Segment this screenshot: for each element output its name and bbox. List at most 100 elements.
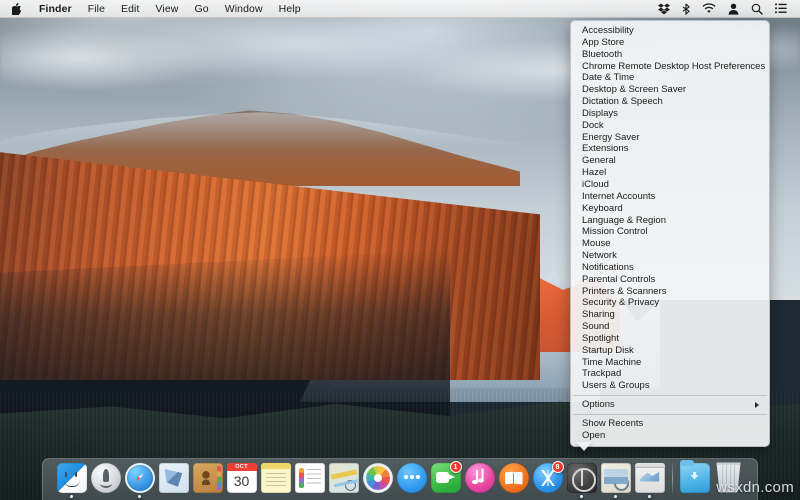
app-store-badge: 8 (552, 461, 564, 473)
downloads-folder-icon (680, 463, 710, 493)
menu-item-notifications[interactable]: Notifications (571, 262, 769, 274)
app-store-icon: 8 (533, 463, 563, 493)
menu-bar-item-window[interactable]: Window (217, 0, 271, 17)
watermark: wsxdn.com (716, 479, 794, 496)
dock-item-downloads[interactable] (678, 460, 712, 498)
dock-item-app-store[interactable]: 8 (531, 460, 565, 498)
menu-item-sound[interactable]: Sound (571, 321, 769, 333)
bluetooth-icon[interactable] (676, 0, 696, 17)
maps-icon (329, 463, 359, 493)
menu-bar-item-help[interactable]: Help (271, 0, 309, 17)
menu-item-dictation-speech[interactable]: Dictation & Speech (571, 96, 769, 108)
menu-item-mission-control[interactable]: Mission Control (571, 226, 769, 238)
dock-item-launchpad[interactable] (89, 460, 123, 498)
menu-item-options[interactable]: Options (571, 399, 769, 411)
menu-item-app-store[interactable]: App Store (571, 37, 769, 49)
preview-icon (601, 463, 631, 493)
dock-item-itunes[interactable] (463, 460, 497, 498)
itunes-icon (465, 463, 495, 493)
menu-item-mouse[interactable]: Mouse (571, 238, 769, 250)
menu-item-icloud[interactable]: iCloud (571, 179, 769, 191)
menu-item-label: Sharing (582, 309, 759, 321)
menu-item-label: Chrome Remote Desktop Host Preferences (582, 61, 765, 73)
dock-item-mail[interactable] (157, 460, 191, 498)
menu-item-open[interactable]: Open (571, 430, 769, 442)
menu-item-sharing[interactable]: Sharing (571, 309, 769, 321)
menu-item-hazel[interactable]: Hazel (571, 167, 769, 179)
menu-item-extensions[interactable]: Extensions (571, 143, 769, 155)
menu-item-internet-accounts[interactable]: Internet Accounts (571, 191, 769, 203)
dock-item-reminders[interactable] (293, 460, 327, 498)
menu-item-chrome-remote-desktop[interactable]: Chrome Remote Desktop Host Preferences (571, 61, 769, 73)
dock-item-finder[interactable] (55, 460, 89, 498)
spotlight-search-icon[interactable] (745, 0, 769, 17)
dropbox-icon[interactable] (652, 0, 676, 17)
window-app-icon (635, 463, 665, 493)
menu-item-label: Open (582, 430, 759, 442)
menu-item-label: Time Machine (582, 357, 759, 369)
facetime-badge: 1 (450, 461, 462, 473)
messages-icon (397, 463, 427, 493)
dock-item-system-preferences[interactable] (565, 460, 599, 498)
menu-item-language-region[interactable]: Language & Region (571, 215, 769, 227)
dock-item-contacts[interactable] (191, 460, 225, 498)
menu-item-label: Dictation & Speech (582, 96, 759, 108)
menu-item-keyboard[interactable]: Keyboard (571, 203, 769, 215)
menu-item-security-privacy[interactable]: Security & Privacy (571, 297, 769, 309)
menu-item-users-groups[interactable]: Users & Groups (571, 380, 769, 392)
menu-item-label: App Store (582, 37, 759, 49)
dock-item-safari[interactable] (123, 460, 157, 498)
menu-item-time-machine[interactable]: Time Machine (571, 357, 769, 369)
menu-item-show-recents[interactable]: Show Recents (571, 418, 769, 430)
dock-item-notes[interactable] (259, 460, 293, 498)
menu-item-network[interactable]: Network (571, 250, 769, 262)
menu-item-label: Startup Disk (582, 345, 759, 357)
menu-item-date-time[interactable]: Date & Time (571, 72, 769, 84)
dock-item-messages[interactable] (395, 460, 429, 498)
menu-item-parental-controls[interactable]: Parental Controls (571, 274, 769, 286)
dock-item-calendar[interactable]: OCT 30 (225, 460, 259, 498)
menu-item-desktop-screen-saver[interactable]: Desktop & Screen Saver (571, 84, 769, 96)
menu-item-label: Options (582, 399, 749, 411)
menu-item-spotlight[interactable]: Spotlight (571, 333, 769, 345)
menu-bar-app-menus: Finder File Edit View Go Window Help (0, 0, 309, 17)
menu-item-bluetooth[interactable]: Bluetooth (571, 49, 769, 61)
dock-item-maps[interactable] (327, 460, 361, 498)
menu-item-printers-scanners[interactable]: Printers & Scanners (571, 286, 769, 298)
menu-item-label: Date & Time (582, 72, 759, 84)
menu-item-general[interactable]: General (571, 155, 769, 167)
running-indicator (614, 495, 617, 498)
dock-item-facetime[interactable]: 1 (429, 460, 463, 498)
safari-icon (125, 463, 155, 493)
menu-item-label: Sound (582, 321, 759, 333)
notification-center-icon[interactable] (769, 0, 793, 17)
ibooks-icon (499, 463, 529, 493)
menu-item-label: Hazel (582, 167, 759, 179)
menu-bar-item-file[interactable]: File (80, 0, 113, 17)
dock-item-ibooks[interactable] (497, 460, 531, 498)
menu-bar-item-finder[interactable]: Finder (31, 0, 80, 17)
dock-item-photos[interactable] (361, 460, 395, 498)
menu-item-startup-disk[interactable]: Startup Disk (571, 345, 769, 357)
menu-item-trackpad[interactable]: Trackpad (571, 368, 769, 380)
menu-item-displays[interactable]: Displays (571, 108, 769, 120)
system-preferences-dock-menu[interactable]: Accessibility App Store Bluetooth Chrome… (570, 20, 770, 447)
menu-bar-item-go[interactable]: Go (187, 0, 217, 17)
dock-item-window-app[interactable] (633, 460, 667, 498)
facetime-icon: 1 (431, 463, 461, 493)
menu-bar-item-edit[interactable]: Edit (113, 0, 148, 17)
menu-item-label: Language & Region (582, 215, 759, 227)
menu-item-accessibility[interactable]: Accessibility (571, 25, 769, 37)
menu-item-label: Desktop & Screen Saver (582, 84, 759, 96)
menu-item-dock[interactable]: Dock (571, 120, 769, 132)
user-account-icon[interactable] (722, 0, 745, 17)
menu-item-label: Printers & Scanners (582, 286, 759, 298)
wifi-icon[interactable] (696, 0, 722, 17)
apple-logo-icon[interactable] (0, 0, 31, 17)
menu-item-label: Internet Accounts (582, 191, 759, 203)
running-indicator (138, 495, 141, 498)
dock-item-preview[interactable] (599, 460, 633, 498)
menu-bar-item-view[interactable]: View (148, 0, 187, 17)
calendar-day-label: 30 (227, 471, 257, 493)
menu-item-energy-saver[interactable]: Energy Saver (571, 132, 769, 144)
